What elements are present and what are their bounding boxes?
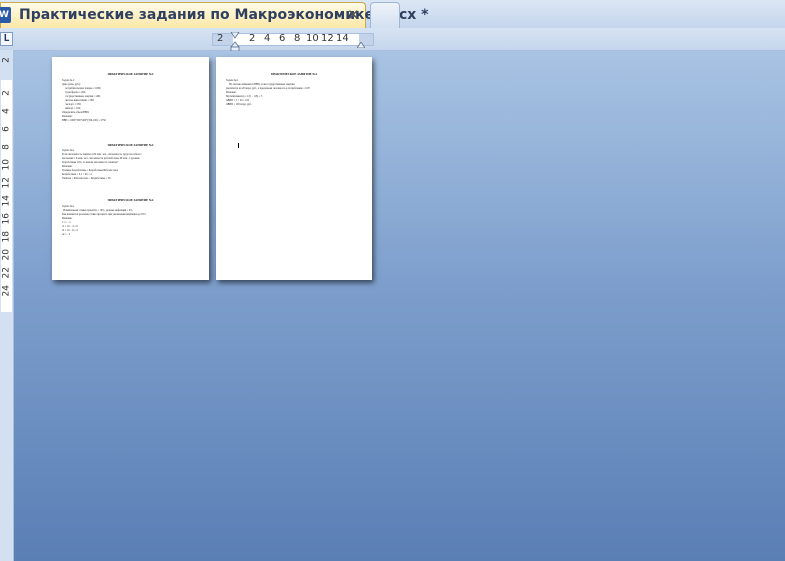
document-tab[interactable]: W Практические задания по Макроэкономике… [0, 2, 429, 28]
page-heading: ПРАКТИЧЕСКОЕ ЗАНЯТИЕ №4 [107, 198, 154, 202]
right-indent-marker[interactable] [357, 42, 365, 48]
ruler-tick: 14 [336, 33, 349, 44]
vertical-ruler[interactable]: 2 2 4 6 8 10 12 14 16 18 20 22 24 [0, 50, 14, 561]
first-line-indent-marker[interactable] [230, 32, 240, 52]
document-page-1[interactable]: ПРАКТИЧЕСКОЕ ЗАНЯТИЕ №4 Задача № 2 Дано … [52, 57, 209, 280]
page-text-block: Задача №4 Если численность занятых 100 м… [62, 149, 142, 180]
page-heading: ПРАКТИЧЕСКОЕ ЗАНЯТИЕ №4 [107, 143, 154, 147]
vertical-ruler-tick: 4 [1, 108, 12, 114]
vertical-ruler-tick: 2 [1, 57, 12, 63]
vertical-ruler-tick: 24 [1, 285, 12, 297]
ruler-tick: 6 [279, 33, 286, 44]
tab-stop-selector[interactable]: L [0, 32, 13, 46]
vertical-ruler-tick: 14 [1, 195, 12, 207]
vertical-ruler-tick: 22 [1, 267, 12, 279]
vertical-ruler-tick: 2 [1, 90, 12, 96]
vertical-ruler-tick: 18 [1, 231, 12, 243]
ruler-tick: 2 [249, 33, 256, 44]
ruler-tick: 2 [217, 33, 224, 44]
vertical-ruler-tick: 10 [1, 159, 12, 171]
vertical-ruler-tick: 8 [1, 144, 12, 150]
word-document-icon: W [0, 7, 11, 23]
ruler-tick: 10 [306, 33, 319, 44]
document-page-2[interactable]: ПРАКТИЧЕСКОЕ ЗАНЯТИЕ №4 Задача №4 На ско… [216, 57, 372, 280]
vertical-ruler-tick: 12 [1, 177, 12, 189]
text-cursor [238, 143, 239, 148]
ruler-bar: L 2 2 4 6 8 10 12 14 [0, 28, 785, 51]
document-tab-title: Практические задания по Макроэкономике.d… [19, 7, 429, 23]
page-heading: ПРАКТИЧЕСКОЕ ЗАНЯТИЕ №4 [107, 72, 154, 76]
page-text-block: Задача №4 На сколько изменится ВВП, если… [226, 79, 310, 106]
page-text-block: Задача № 2 Дано (млн. руб.): потребитель… [62, 79, 106, 122]
ruler-tick: 4 [264, 33, 271, 44]
vertical-ruler-tick: 6 [1, 126, 12, 132]
new-tab-button[interactable] [370, 2, 400, 28]
page-text-block: Задача №4 Номинальная ставка процента = … [62, 205, 146, 236]
close-tab-icon[interactable]: ✕ [347, 6, 360, 24]
vertical-ruler-tick: 16 [1, 213, 12, 225]
document-tab-strip: W Практические задания по Макроэкономике… [0, 0, 785, 29]
document-workspace[interactable]: ПРАКТИЧЕСКОЕ ЗАНЯТИЕ №4 Задача № 2 Дано … [14, 51, 785, 561]
ruler-tick: 12 [321, 33, 334, 44]
page-heading: ПРАКТИЧЕСКОЕ ЗАНЯТИЕ №4 [271, 72, 317, 76]
ruler-tick: 8 [294, 33, 301, 44]
vertical-ruler-tick: 20 [1, 249, 12, 261]
